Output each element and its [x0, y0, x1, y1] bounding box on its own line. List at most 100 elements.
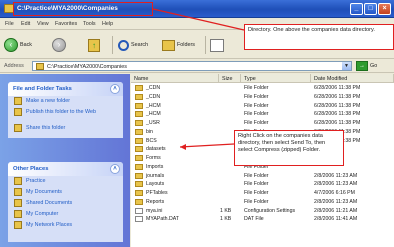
- search-button[interactable]: Search: [118, 37, 148, 53]
- table-row[interactable]: Reports File Folder 2/8/2006 11:23 AM: [131, 198, 394, 207]
- folder-icon: [135, 128, 143, 135]
- table-row[interactable]: _HCM File Folder 6/28/2006 11:38 PM: [131, 102, 394, 111]
- row-type: File Folder: [244, 172, 269, 179]
- row-name: _HCM: [146, 102, 161, 109]
- row-date: 6/28/2006 11:38 PM: [314, 93, 361, 100]
- row-type: Configuration Settings: [244, 207, 296, 214]
- chevron-up-icon[interactable]: ˄: [110, 84, 120, 94]
- task-label: Share this folder: [26, 125, 66, 131]
- views-button[interactable]: [210, 37, 224, 53]
- task-label: Make a new folder: [26, 98, 71, 104]
- row-type: File Folder: [244, 102, 269, 109]
- table-row[interactable]: journals File Folder 2/8/2006 11:23 AM: [131, 172, 394, 181]
- minimize-button[interactable]: _: [350, 3, 363, 15]
- forward-button[interactable]: ›: [52, 37, 66, 53]
- folder-icon: [135, 181, 143, 188]
- table-row[interactable]: PFTables File Folder 4/7/2006 6:16 PM: [131, 189, 394, 198]
- folders-button[interactable]: Folders: [162, 37, 195, 53]
- chevron-down-icon[interactable]: ▼: [342, 62, 351, 70]
- table-row[interactable]: _CDN File Folder 6/28/2006 11:38 PM: [131, 93, 394, 102]
- close-button[interactable]: ×: [378, 3, 391, 15]
- row-name: Imports: [146, 163, 164, 170]
- place-my-documents[interactable]: My Documents: [8, 187, 123, 198]
- table-row[interactable]: MYAPath.DAT 1 KB DAT File 2/8/2006 11:41 AM: [131, 215, 394, 224]
- folder-icon: [135, 85, 143, 91]
- folder-icon: [135, 120, 143, 126]
- column-header-type[interactable]: Type: [241, 74, 311, 83]
- place-shared-documents[interactable]: Shared Documents: [8, 198, 123, 209]
- row-date: 4/7/2006 6:16 PM: [314, 190, 355, 196]
- row-name: datasets: [146, 146, 166, 153]
- table-row[interactable]: _HCM File Folder 6/28/2006 11:38 PM: [131, 110, 394, 119]
- task-label: Publish this folder to the Web: [26, 109, 97, 115]
- folders-label: Folders: [177, 42, 195, 48]
- place-practice[interactable]: Practice: [8, 176, 123, 187]
- table-row[interactable]: _USR File Folder 6/28/2006 11:38 PM: [131, 119, 394, 128]
- menu-edit[interactable]: Edit: [21, 21, 30, 27]
- column-header-size[interactable]: Size: [219, 74, 241, 83]
- publish-web-icon: [14, 108, 22, 116]
- row-type: File Folder: [244, 181, 269, 188]
- go-button[interactable]: Go: [370, 63, 377, 69]
- row-type: File Folder: [244, 93, 269, 100]
- menu-help[interactable]: Help: [102, 21, 113, 27]
- row-name: Reports: [146, 198, 165, 205]
- row-date: 6/28/2006 11:38 PM: [314, 85, 361, 91]
- folder-icon: [36, 63, 44, 70]
- folder-icon: [135, 190, 143, 196]
- column-header-date[interactable]: Date Modified: [311, 74, 394, 83]
- maximize-button[interactable]: □: [364, 3, 377, 15]
- row-name: BCS: [146, 137, 157, 144]
- folder-icon: [135, 172, 143, 179]
- back-arrow-icon: ‹: [4, 38, 18, 52]
- place-my-computer[interactable]: My Computer: [8, 209, 123, 220]
- folder-icon: [135, 155, 143, 161]
- search-icon: [118, 39, 129, 51]
- folder-icon: [135, 146, 143, 153]
- row-name: journals: [146, 172, 165, 179]
- place-my-network-places[interactable]: My Network Places: [8, 220, 123, 231]
- go-arrow-icon[interactable]: →: [356, 61, 368, 71]
- row-name: MYAPath.DAT: [146, 216, 179, 223]
- panel-header[interactable]: File and Folder Tasks ˄: [8, 82, 123, 96]
- my-documents-icon: [14, 188, 22, 196]
- folder-icon: [135, 137, 143, 144]
- chevron-up-icon[interactable]: ˄: [110, 164, 120, 174]
- shared-documents-icon: [14, 199, 22, 207]
- forward-arrow-icon: ›: [52, 38, 66, 52]
- table-row[interactable]: _CDN File Folder 6/28/2006 11:38 PM: [131, 84, 394, 93]
- menu-view[interactable]: View: [37, 21, 49, 27]
- menu-file[interactable]: File: [5, 21, 14, 27]
- task-publish-web[interactable]: Publish this folder to the Web: [8, 107, 123, 123]
- back-button[interactable]: ‹ Back: [4, 37, 32, 53]
- place-label: My Documents: [26, 189, 62, 195]
- table-row[interactable]: mya.ini 1 KB Configuration Settings 2/8/200…: [131, 207, 394, 216]
- task-make-folder[interactable]: Make a new folder: [8, 96, 123, 107]
- task-share-folder[interactable]: Share this folder: [8, 123, 123, 134]
- address-input[interactable]: C:\Practice\MYA2000\Companies ▼: [32, 61, 352, 71]
- place-label: My Computer: [26, 211, 59, 217]
- folder-icon: [14, 177, 22, 185]
- explorer-window: C:\Practice\MYA2000\Companies _ □ × File…: [0, 0, 394, 247]
- file-icon: [135, 216, 143, 223]
- row-type: File Folder: [244, 190, 269, 196]
- menu-tools[interactable]: Tools: [83, 21, 96, 27]
- row-date: 2/8/2006 11:23 AM: [314, 198, 358, 205]
- title-bar[interactable]: C:\Practice\MYA2000\Companies _ □ ×: [0, 0, 394, 18]
- column-header-name[interactable]: Name: [131, 74, 219, 83]
- new-folder-icon: [14, 97, 22, 105]
- table-row[interactable]: Layouts File Folder 2/8/2006 11:23 AM: [131, 180, 394, 189]
- menu-favorites[interactable]: Favorites: [55, 21, 77, 27]
- row-size: 1 KB: [220, 216, 232, 223]
- folder-icon: [135, 102, 143, 109]
- row-type: File Folder: [244, 198, 269, 205]
- address-value: C:\Practice\MYA2000\Companies: [47, 63, 127, 70]
- my-computer-icon: [14, 210, 22, 218]
- row-date: 2/8/2006 11:41 AM: [314, 216, 358, 223]
- panel-header[interactable]: Other Places ˄: [8, 162, 123, 176]
- row-name: PFTables: [146, 190, 168, 196]
- address-bar: Address C:\Practice\MYA2000\Companies ▼ …: [0, 60, 394, 73]
- other-places-panel: Other Places ˄ Practice My Documents Sha…: [8, 162, 123, 242]
- up-button[interactable]: ↑: [88, 37, 100, 53]
- row-name: bin: [146, 128, 153, 135]
